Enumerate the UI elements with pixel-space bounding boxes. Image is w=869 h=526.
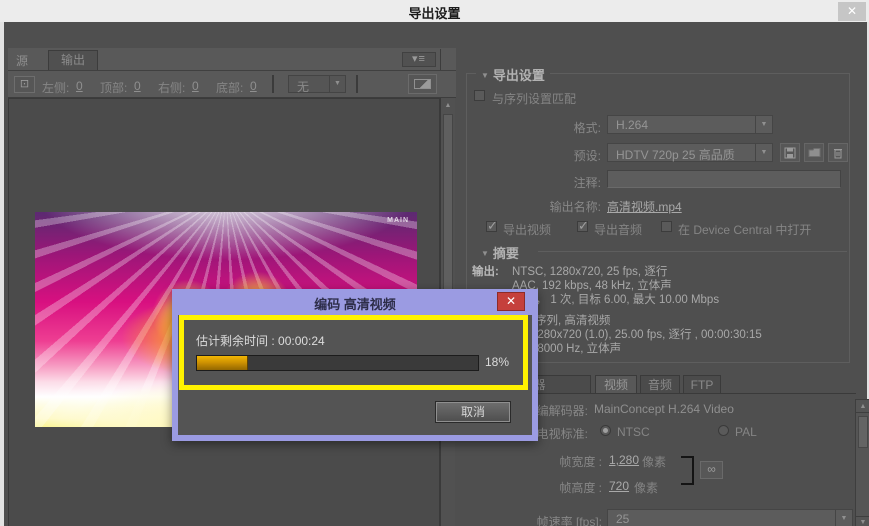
crop-proportions-value: 无 [297,78,309,95]
scroll-down-icon[interactable]: ▼ [856,516,869,526]
fps-label: 帧速率 [fps]: [464,513,602,526]
highlight-annotation-box [179,315,528,390]
frame-width-unit: 像素 [642,453,666,470]
frame-height-label: 帧高度 : [464,479,602,496]
format-dropdown[interactable]: H.264 ▼ [607,115,773,134]
scroll-up-icon[interactable]: ▲ [856,401,869,413]
crop-left-value[interactable]: 0 [76,79,83,93]
toolbar-separator [272,75,274,93]
link-dimensions-button[interactable]: ∞ [700,461,723,479]
scroll-up-icon[interactable]: ▲ [441,100,455,112]
chevron-down-icon: ▼ [329,76,345,92]
export-audio-checkbox[interactable]: ✓ [577,221,588,232]
check-icon: ✓ [487,218,498,234]
preview-mode-button[interactable] [408,74,437,94]
format-value: H.264 [616,118,648,132]
panel-menu-icon[interactable]: ▾≡ [402,52,436,67]
crop-right-label: 右侧: [158,79,185,96]
floppy-icon [784,147,796,159]
ntsc-radio[interactable] [600,425,611,436]
output-name-link[interactable]: 高清视频.mp4 [607,198,682,215]
crop-top-label: 顶部: [100,79,127,96]
eta-text: 估计剩余时间 : 00:00:24 [196,332,325,349]
triangle-down-icon: ▼ [481,249,489,258]
comment-label: 注释: [464,174,601,191]
eta-value: 00:00:24 [278,334,325,348]
window-title: 导出设置 [0,3,869,22]
output-name-label: 输出名称: [464,198,601,215]
cancel-button[interactable]: 取消 [436,402,510,422]
chevron-down-icon: ▼ [835,510,852,526]
crop-right-value[interactable]: 0 [192,79,199,93]
tab-video[interactable]: 视频 [595,375,637,394]
pal-radio[interactable] [718,425,729,436]
summary-source-line: 48000 Hz, 立体声 [531,340,621,356]
crop-bottom-value[interactable]: 0 [250,79,257,93]
window-titlebar: 导出设置 ✕ [0,0,869,22]
crop-bottom-label: 底部: [216,79,243,96]
summary-title: 摘要 [493,246,519,261]
codec-value: MainConcept H.264 Video [594,402,734,416]
frame-height-unit: 像素 [634,479,658,496]
import-preset-button[interactable] [804,143,824,162]
dialog-title: 编码 高清视频 [172,294,538,313]
summary-output-label: 输出: [472,263,499,279]
tab-source[interactable]: 源 [16,52,28,69]
progress-bar [196,355,479,371]
fps-dropdown[interactable]: 25 ▼ [607,509,853,526]
export-audio-label: 导出音频 [594,221,642,238]
main-window: 源 输出 ▾≡ ⊡ 左侧: 0 顶部: 0 右侧: 0 底部: 0 无 ▼ MA… [0,22,869,526]
video-tab-scrollbar[interactable]: ▲ ▼ [855,399,869,526]
progress-fill [197,356,248,370]
image-icon [414,79,431,89]
scrollbar-thumb[interactable] [858,416,868,448]
folder-icon [808,147,821,158]
fps-value: 25 [616,512,629,526]
divider [538,251,847,252]
dialog-close-button[interactable]: ✕ [497,292,525,311]
summary-header[interactable]: ▼ 摘要 [476,243,524,262]
tab-output[interactable]: 输出 [48,50,98,70]
preset-value: HDTV 720p 25 高品质 [616,146,735,163]
preset-dropdown[interactable]: HDTV 720p 25 高品质 ▼ [607,143,773,162]
frame-width-label: 帧宽度 : [464,453,602,470]
window-close-button[interactable]: ✕ [838,2,866,21]
device-central-checkbox[interactable] [661,221,672,232]
pal-label: PAL [735,425,757,439]
toolbar-separator [356,75,358,93]
chevron-down-icon: ▼ [755,116,772,133]
eta-label: 估计剩余时间 : [196,334,275,348]
tab-ftp[interactable]: FTP [683,375,721,394]
export-video-checkbox[interactable]: ✓ [486,221,497,232]
tab-audio[interactable]: 音频 [640,375,680,394]
export-settings-header[interactable]: ▼ 导出设置 [476,65,550,84]
preset-label: 预设: [464,147,601,164]
summary-output-line: VBR， 1 次, 目标 6.00, 最大 10.00 Mbps [512,291,719,307]
export-settings-title: 导出设置 [493,68,545,83]
chevron-down-icon: ▼ [755,144,772,161]
check-icon: ✓ [578,218,589,234]
format-label: 格式: [464,119,601,136]
export-video-label: 导出视频 [503,221,551,238]
device-central-label: 在 Device Central 中打开 [678,221,811,238]
preview-watermark: MAIN [387,217,409,224]
trash-icon [833,147,843,159]
triangle-down-icon: ▼ [481,71,489,80]
match-sequence-label: 与序列设置匹配 [492,90,576,107]
ntsc-label: NTSC [617,425,650,439]
frame-width-value[interactable]: 1,280 [609,453,639,467]
divider [440,49,441,70]
match-sequence-checkbox[interactable] [474,90,485,101]
crop-proportions-dropdown[interactable]: 无 ▼ [288,75,346,93]
crop-left-label: 左侧: [42,79,69,96]
frame-height-value[interactable]: 720 [609,479,629,493]
encoding-progress-dialog: 编码 高清视频 ✕ 估计剩余时间 : 00:00:24 18% 取消 [172,289,538,441]
dimension-group-bracket [681,456,694,485]
progress-percent-label: 18% [485,355,509,369]
save-preset-button[interactable] [780,143,800,162]
delete-preset-button[interactable] [828,143,848,162]
crop-top-value[interactable]: 0 [134,79,141,93]
crop-tool-icon[interactable]: ⊡ [14,76,35,93]
comment-input[interactable] [607,170,841,188]
